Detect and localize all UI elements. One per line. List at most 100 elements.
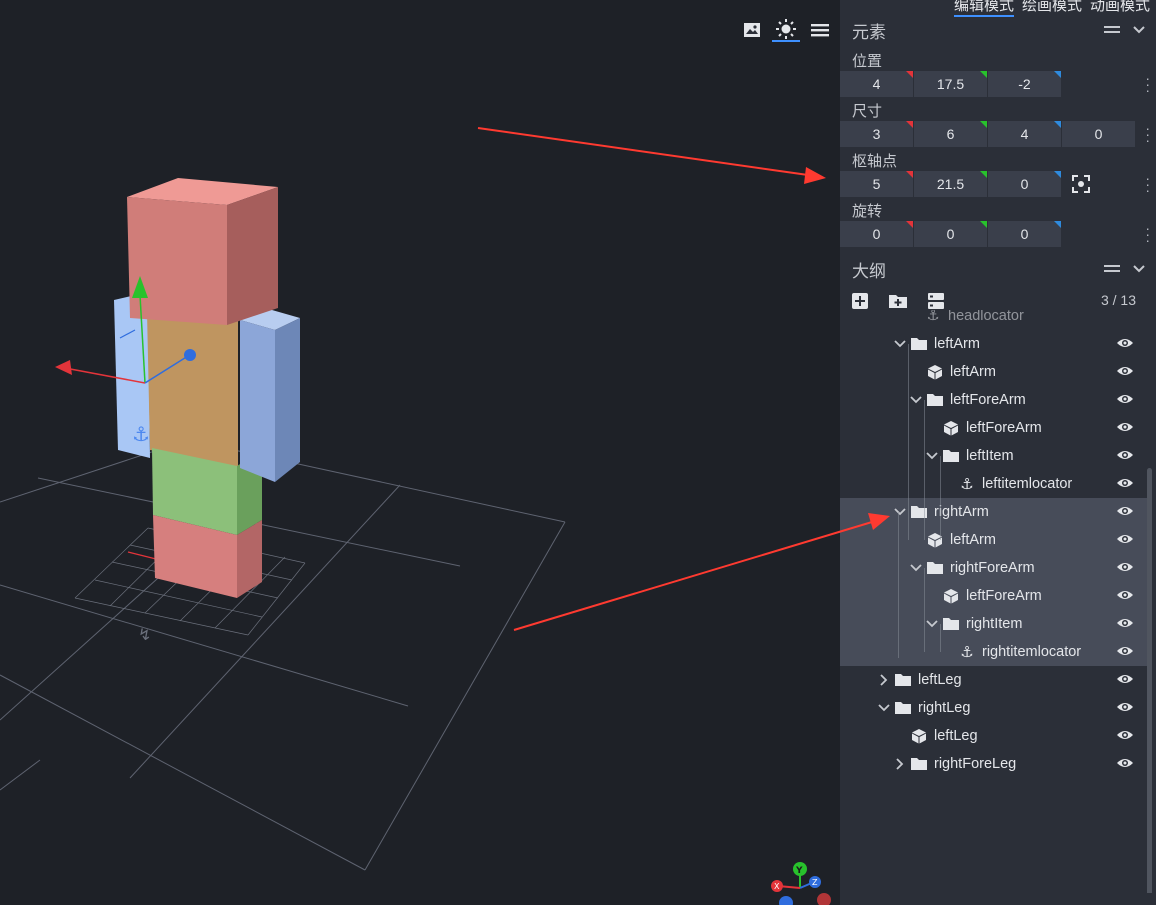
rotation-z-input[interactable]: 0 [988, 221, 1061, 247]
tree-node-14[interactable]: leftLeg [840, 722, 1140, 750]
sun-icon[interactable] [772, 18, 800, 42]
pivot-row: 5 21.5 0 · · · [840, 170, 1156, 198]
chevron-down-icon[interactable] [876, 700, 892, 716]
size-label: 尺寸 [852, 103, 883, 120]
eye-icon[interactable] [1116, 728, 1134, 746]
chevron-down-icon[interactable] [1132, 264, 1146, 274]
blockbench-editor: ⚓ ↯ Y Z X 编辑模式 绘画模式 动画模式 元素 位置 4 17.5 -2… [0, 0, 1156, 905]
more-options-icon[interactable]: · · · [1145, 171, 1150, 197]
pivot-x-input[interactable]: 5 [840, 171, 913, 197]
scene-canvas[interactable]: ⚓ ↯ Y Z X [0, 0, 840, 905]
chevron-down-icon[interactable] [892, 336, 908, 352]
chevron-right-icon[interactable] [892, 756, 908, 772]
rotation-y-input[interactable]: 0 [914, 221, 987, 247]
tree-node-5[interactable]: ⚓ leftitemlocator [840, 470, 1140, 498]
menu-icon[interactable] [806, 18, 834, 42]
tree-node-10[interactable]: rightItem [840, 610, 1140, 638]
collapse-lines-icon[interactable] [1104, 264, 1120, 274]
mode-tabs: 编辑模式 绘画模式 动画模式 [953, 0, 1150, 17]
eye-icon[interactable] [1116, 476, 1134, 494]
pivot-z-input[interactable]: 0 [988, 171, 1061, 197]
tree-node-12[interactable]: leftLeg [840, 666, 1140, 694]
position-label: 位置 [852, 53, 883, 70]
inflate-input[interactable]: 0 [1062, 121, 1135, 147]
element-panel-title: 元素 [852, 22, 886, 42]
tree-node-9[interactable]: leftForeArm [840, 582, 1140, 610]
eye-icon[interactable] [1116, 392, 1134, 410]
tree-node-label: rightForeLeg [934, 756, 1017, 772]
tree-node-label: leftItem [966, 448, 1014, 464]
outliner-tree[interactable]: ⚓ headlocator leftArm leftArm leftForeArm l… [840, 310, 1156, 893]
tree-node-label: rightArm [934, 504, 989, 520]
eye-icon[interactable] [1116, 644, 1134, 662]
chevron-down-icon[interactable] [1132, 25, 1146, 35]
tree-guide-line [924, 568, 925, 652]
pivot-y-input[interactable]: 21.5 [914, 171, 987, 197]
folder-icon [894, 672, 912, 688]
eye-icon[interactable] [1116, 420, 1134, 438]
element-panel-header: 元素 [840, 12, 1156, 48]
tab-animate-mode[interactable]: 动画模式 [1090, 0, 1150, 17]
chevron-down-icon[interactable] [924, 448, 940, 464]
eye-icon[interactable] [1116, 504, 1134, 522]
position-z-input[interactable]: -2 [988, 71, 1061, 97]
eye-icon[interactable] [1116, 588, 1134, 606]
image-icon[interactable] [738, 18, 766, 42]
eye-icon[interactable] [1116, 364, 1134, 382]
tree-node-11[interactable]: ⚓ rightitemlocator [840, 638, 1140, 666]
tree-node-0[interactable]: leftArm [840, 330, 1140, 358]
eye-icon[interactable] [1116, 448, 1134, 466]
eye-icon[interactable] [1116, 336, 1134, 354]
tree-node-13[interactable]: rightLeg [840, 694, 1140, 722]
sort-icon[interactable] [926, 291, 946, 311]
eye-icon[interactable] [1116, 532, 1134, 550]
svg-text:Y: Y [795, 866, 803, 876]
cube-icon [910, 728, 928, 744]
viewport-toolbar [738, 18, 834, 42]
size-y-input[interactable]: 6 [914, 121, 987, 147]
more-options-icon[interactable]: · · · [1145, 121, 1150, 147]
position-y-input[interactable]: 17.5 [914, 71, 987, 97]
tab-paint-mode[interactable]: 绘画模式 [1022, 0, 1082, 17]
tree-node-7[interactable]: leftArm [840, 526, 1140, 554]
tree-node-1[interactable]: leftArm [840, 358, 1140, 386]
eye-icon[interactable] [1116, 700, 1134, 718]
eye-icon[interactable] [1116, 756, 1134, 774]
rotation-x-input[interactable]: 0 [840, 221, 913, 247]
size-z-input[interactable]: 4 [988, 121, 1061, 147]
tree-node-label: rightLeg [918, 700, 971, 716]
chevron-down-icon[interactable] [908, 392, 924, 408]
eye-icon[interactable] [1116, 672, 1134, 690]
more-options-icon[interactable]: · · · [1145, 71, 1150, 97]
chevron-down-icon[interactable] [892, 504, 908, 520]
tree-node-8[interactable]: rightForeArm [840, 554, 1140, 582]
folder-icon [910, 756, 928, 772]
tree-node-15[interactable]: rightForeLeg [840, 750, 1140, 778]
center-pivot-icon[interactable] [1066, 171, 1096, 197]
tree-node-label: leftArm [950, 364, 996, 380]
chevron-right-icon[interactable] [876, 672, 892, 688]
tree-node-3[interactable]: leftForeArm [840, 414, 1140, 442]
tab-edit-mode[interactable]: 编辑模式 [953, 0, 1014, 17]
tree-node-4[interactable]: leftItem [840, 442, 1140, 470]
tree-node-2[interactable]: leftForeArm [840, 386, 1140, 414]
eye-icon[interactable] [1116, 560, 1134, 578]
chevron-down-icon[interactable] [908, 560, 924, 576]
rotation-row: 0 0 0 · · · [840, 220, 1156, 248]
outliner-scrollbar[interactable] [1147, 468, 1152, 893]
add-group-icon[interactable] [888, 291, 908, 311]
position-x-input[interactable]: 4 [840, 71, 913, 97]
add-cube-icon[interactable] [850, 291, 870, 311]
locator-icon: ⚓ [960, 476, 974, 493]
more-options-icon[interactable]: · · · [1145, 221, 1150, 247]
list-item[interactable]: ⚓ headlocator [840, 310, 1140, 330]
tree-node-label: leftForeArm [966, 420, 1042, 436]
eye-icon[interactable] [1116, 616, 1134, 634]
size-x-input[interactable]: 3 [840, 121, 913, 147]
tree-node-6[interactable]: rightArm [840, 498, 1140, 526]
locator-icon: ⚓ [960, 644, 974, 661]
collapse-lines-icon[interactable] [1104, 25, 1120, 35]
3d-viewport[interactable]: ⚓ ↯ Y Z X [0, 0, 840, 905]
chevron-down-icon[interactable] [924, 616, 940, 632]
tree-node-label: leftLeg [934, 728, 978, 744]
